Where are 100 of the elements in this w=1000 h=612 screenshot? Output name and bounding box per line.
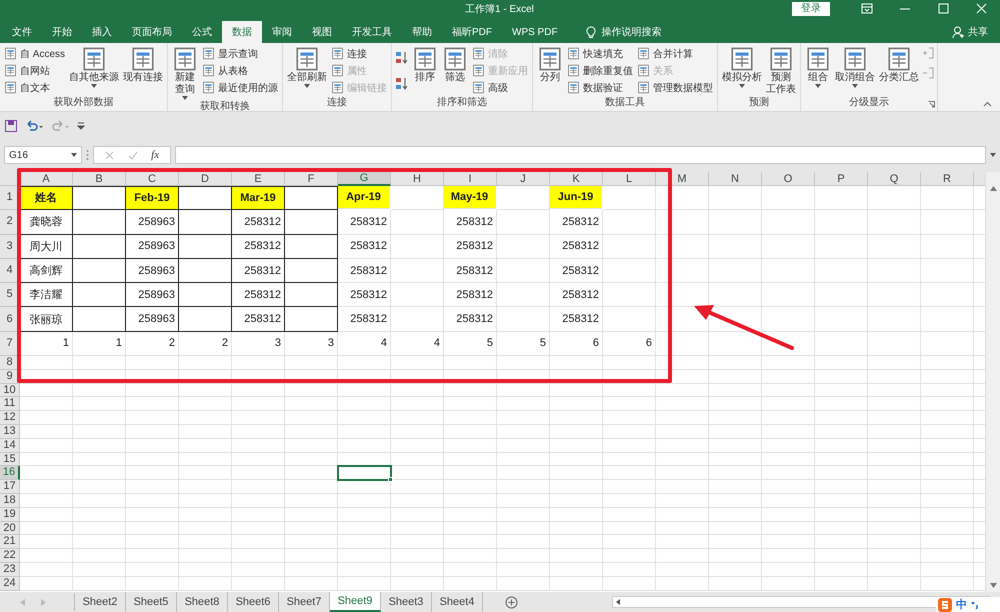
share-button[interactable]: 共享 — [946, 21, 994, 43]
ribbon-button[interactable]: 现有连接 — [122, 45, 164, 85]
row-header[interactable]: 22 — [0, 549, 20, 564]
ribbon-button[interactable]: 取消组合 — [834, 45, 876, 89]
sort-ascending-icon[interactable] — [395, 51, 410, 65]
sheet-icon — [4, 81, 17, 94]
column-header[interactable]: C — [126, 172, 179, 186]
column-header[interactable]: N — [709, 172, 762, 186]
column-header[interactable]: E — [232, 172, 285, 186]
column-header[interactable]: B — [73, 172, 126, 186]
row-header[interactable]: 23 — [0, 563, 20, 577]
row-header[interactable]: 20 — [0, 522, 20, 536]
row-header[interactable]: 11 — [0, 397, 20, 412]
table-cell: 258312 — [338, 210, 391, 235]
ribbon-tab[interactable]: 审阅 — [262, 21, 302, 43]
ribbon-tab[interactable]: 页面布局 — [122, 21, 182, 43]
sheet-tab[interactable]: Sheet4 — [432, 592, 483, 612]
ribbon-tab[interactable]: 文件 — [2, 21, 42, 43]
row-header[interactable]: 10 — [0, 384, 20, 398]
ribbon-tab[interactable]: WPS PDF — [502, 21, 568, 43]
sheet-tab[interactable]: Sheet8 — [177, 592, 228, 612]
ribbon-button[interactable]: 排序 — [411, 45, 440, 85]
add-sheet-icon[interactable] — [505, 596, 518, 608]
sort-descending-icon[interactable] — [395, 77, 410, 91]
ribbon-button[interactable]: 从表格 — [201, 63, 280, 78]
ribbon-button[interactable]: 自其他来源 — [68, 45, 120, 89]
ribbon-button[interactable]: 筛选 — [441, 45, 470, 85]
row-header[interactable]: 13 — [0, 425, 20, 439]
row-header[interactable]: 15 — [0, 452, 20, 466]
row-header[interactable]: 21 — [0, 535, 20, 550]
sheet-tab[interactable]: Sheet6 — [228, 592, 279, 612]
column-header[interactable]: H — [391, 172, 444, 186]
sign-in-button[interactable]: 登录 — [792, 2, 830, 16]
sheet-tab[interactable]: Sheet2 — [75, 592, 126, 612]
column-header[interactable]: M — [656, 172, 709, 186]
row-header[interactable]: 19 — [0, 508, 20, 522]
ribbon-tab[interactable]: 开始 — [42, 21, 82, 43]
ribbon-button[interactable]: 新建 查询 — [171, 45, 200, 101]
ribbon-button[interactable]: 模拟分析 — [721, 45, 764, 89]
column-header[interactable]: Q — [868, 172, 921, 186]
column-header[interactable]: O — [762, 172, 815, 186]
ribbon-tab[interactable]: 开发工具 — [342, 21, 402, 43]
ribbon-button[interactable]: 最近使用的源 — [201, 80, 280, 95]
check-icon[interactable] — [128, 150, 138, 160]
sheet-icon — [412, 46, 438, 72]
column-header[interactable]: L — [603, 172, 656, 186]
ribbon-button[interactable]: 分列 — [536, 45, 564, 85]
collapse-ribbon-icon[interactable] — [983, 101, 992, 107]
column-header[interactable]: G — [338, 172, 391, 186]
ribbon-button[interactable]: 分类汇总 — [878, 45, 920, 85]
column-header[interactable]: D — [179, 172, 232, 186]
sheet-tab[interactable]: Sheet9 — [330, 592, 381, 612]
ribbon-tab[interactable]: 帮助 — [402, 21, 442, 43]
ribbon-button[interactable]: 连接 — [330, 46, 388, 61]
ribbon-button[interactable]: 数据验证 — [566, 80, 634, 95]
ribbon-button[interactable]: 自 Access — [3, 46, 66, 61]
column-header[interactable]: P — [815, 172, 868, 186]
ribbon-tab[interactable]: 数据 — [222, 21, 262, 43]
column-header[interactable]: A — [20, 172, 73, 186]
ribbon-tab[interactable]: 福昕PDF — [442, 21, 502, 43]
column-header[interactable]: I — [444, 172, 497, 186]
insert-function-button[interactable]: fx — [151, 149, 160, 161]
ribbon-button[interactable]: 高级 — [471, 80, 530, 95]
ribbon-button[interactable]: 管理数据模型 — [636, 80, 714, 95]
ribbon-button[interactable]: 显示查询 — [201, 46, 280, 61]
ribbon-tab[interactable]: 公式 — [182, 21, 222, 43]
row-header[interactable]: 18 — [0, 494, 20, 508]
row-header[interactable]: 17 — [0, 480, 20, 494]
selected-cell[interactable] — [338, 466, 391, 480]
ribbon-tab[interactable]: 插入 — [82, 21, 122, 43]
scroll-down-icon[interactable] — [990, 583, 996, 588]
row-header[interactable]: 14 — [0, 438, 20, 453]
customize-menu-icon[interactable] — [77, 122, 85, 130]
sheet-tab[interactable]: Sheet3 — [381, 592, 432, 612]
name-box[interactable]: G16 — [4, 146, 82, 164]
ribbon-button[interactable]: 删除重复值 — [566, 63, 634, 78]
scroll-up-icon[interactable] — [990, 186, 996, 191]
ribbon-button[interactable]: 全部刷新 — [286, 45, 328, 89]
ribbon-button[interactable]: 预测 工作表 — [765, 45, 798, 97]
row-header[interactable]: 24 — [0, 576, 20, 591]
ribbon-button[interactable]: 自文本 — [3, 80, 66, 95]
ribbon-button[interactable]: 组合 — [804, 45, 832, 89]
dialog-launcher-icon[interactable] — [928, 101, 936, 108]
sheet-tab[interactable]: Sheet5 — [126, 592, 177, 612]
table-cell: 258312 — [232, 258, 285, 284]
column-header[interactable]: J — [497, 172, 550, 186]
formula-input[interactable] — [175, 146, 986, 164]
column-header[interactable]: K — [550, 172, 603, 186]
undo-icon[interactable] — [25, 120, 43, 132]
ribbon-button[interactable]: 快速填充 — [566, 46, 634, 61]
column-header[interactable]: R — [921, 172, 974, 186]
scroll-left-icon[interactable] — [616, 599, 620, 605]
tell-me-search[interactable]: 操作说明搜索 — [580, 21, 668, 43]
ribbon-tab[interactable]: 视图 — [302, 21, 342, 43]
ribbon-button[interactable]: 自网站 — [3, 63, 66, 78]
row-header[interactable]: 12 — [0, 411, 20, 426]
save-icon[interactable] — [5, 120, 17, 132]
column-header[interactable]: F — [285, 172, 338, 186]
ribbon-button[interactable]: 合并计算 — [636, 46, 714, 61]
row-header[interactable]: 16 — [0, 466, 20, 480]
